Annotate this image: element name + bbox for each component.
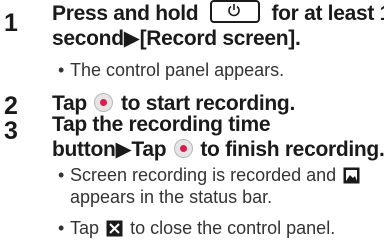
close-x-icon — [106, 220, 123, 237]
title-text: second▶[Record screen]. — [52, 27, 301, 50]
bullet-text: Screen recording is recorded and — [70, 165, 337, 185]
bullet-item: • Screen recording is recorded and — [58, 164, 362, 186]
bullet-text: Tap — [70, 218, 100, 238]
title-text: button▶Tap — [52, 138, 167, 161]
stop-button-icon — [173, 139, 193, 158]
step-number: 1 — [4, 9, 18, 37]
step-title: Press and hold for at least 1 second▶[Re… — [52, 0, 384, 51]
bullet-text: The control panel appears. — [70, 60, 285, 80]
bullet-item: • Tap to close the control panel. — [58, 217, 335, 239]
image-notification-icon — [343, 167, 360, 184]
step-number: 2 — [4, 92, 18, 120]
bullet-item: • The control panel appears. — [58, 59, 284, 81]
title-text: Press and hold — [52, 2, 199, 25]
power-key-icon — [209, 0, 260, 23]
bullet-text: appears in the status bar. — [70, 187, 273, 207]
record-button-icon — [94, 93, 114, 112]
bullet-marker: • — [58, 165, 65, 185]
bullet-marker: • — [58, 60, 65, 80]
title-text: for at least 1 — [271, 2, 384, 25]
title-text: Tap the recording time — [52, 113, 271, 136]
bullet-continuation: appears in the status bar. — [58, 186, 272, 208]
title-text: to finish recording. — [200, 138, 384, 161]
bullet-text: to close the control panel. — [130, 218, 336, 238]
bullet-marker: • — [58, 218, 65, 238]
step-number: 3 — [4, 117, 18, 145]
step-title: Tap the recording time button▶Tap to fin… — [52, 112, 384, 162]
